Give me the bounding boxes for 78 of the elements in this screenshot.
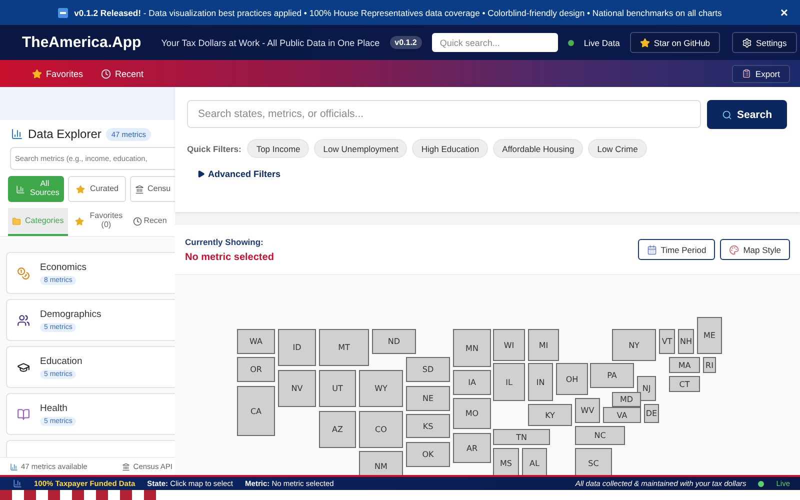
source-filter-button[interactable]: Curated bbox=[68, 176, 126, 202]
state-tile[interactable]: ID bbox=[278, 329, 316, 366]
filter-chip[interactable]: Top Income bbox=[247, 139, 310, 158]
state-tile[interactable]: SC bbox=[575, 448, 612, 475]
github-star-button[interactable]: Star on GitHub bbox=[630, 32, 720, 53]
state-tile[interactable]: AL bbox=[522, 448, 547, 475]
state-tile[interactable]: MI bbox=[528, 329, 559, 361]
tagline: Your Tax Dollars at Work - All Public Data in One Place bbox=[161, 38, 380, 48]
state-tile[interactable]: MT bbox=[319, 329, 369, 366]
state-tile[interactable]: UT bbox=[319, 370, 356, 407]
state-tile[interactable]: OK bbox=[406, 442, 450, 467]
state-tile[interactable]: NJ bbox=[637, 376, 656, 401]
state-tile[interactable]: NE bbox=[406, 386, 450, 411]
state-tile[interactable]: WA bbox=[237, 329, 275, 354]
filter-chip[interactable]: Low Crime bbox=[588, 139, 647, 158]
sidebar-tab[interactable]: Favorites (0) bbox=[70, 208, 129, 236]
version-badge: v0.1.2 bbox=[390, 36, 422, 49]
state-tile[interactable]: DE bbox=[644, 404, 659, 423]
state-tile[interactable]: IA bbox=[453, 370, 491, 395]
state-tile[interactable]: MS bbox=[493, 448, 519, 475]
state-tile[interactable]: OH bbox=[556, 363, 588, 395]
state-tile[interactable]: CT bbox=[669, 376, 700, 392]
close-button[interactable]: × bbox=[776, 5, 792, 20]
state-tile[interactable]: KY bbox=[528, 404, 572, 426]
state-tile[interactable]: AZ bbox=[319, 411, 356, 448]
current-value: No metric selected bbox=[185, 252, 274, 262]
category-name: Health bbox=[40, 402, 68, 414]
category-name: Demographics bbox=[40, 308, 102, 320]
export-button[interactable]: Export bbox=[732, 64, 790, 82]
state-tile[interactable]: MO bbox=[453, 398, 491, 429]
time-period-button[interactable]: Time Period bbox=[638, 239, 716, 260]
filters-label: Quick Filters: bbox=[187, 144, 242, 154]
app-title: TheAmerica.App bbox=[22, 34, 142, 51]
category-name: Education bbox=[40, 356, 82, 366]
state-tile[interactable]: MN bbox=[453, 329, 491, 367]
settings-button[interactable]: Settings bbox=[732, 32, 797, 53]
state-tile[interactable]: WI bbox=[493, 329, 525, 361]
sidebar-title: Data Explorer bbox=[28, 127, 102, 141]
state-tile[interactable]: CO bbox=[359, 411, 403, 448]
state-tile[interactable]: RI bbox=[703, 357, 716, 373]
live-status: Live Data bbox=[584, 38, 620, 48]
state-tile[interactable]: WY bbox=[359, 370, 403, 407]
state-tile[interactable]: VT bbox=[659, 329, 675, 354]
banner-text: v0.1.2 Released! - Data visualization best practices applied • 100% House Representatives data coverage • Colorblind-friendly design • National benchmarks on all charts bbox=[74, 8, 722, 18]
state-tile[interactable]: SD bbox=[406, 357, 450, 382]
state-tile[interactable]: ND bbox=[372, 329, 416, 354]
state-tile[interactable]: MD bbox=[612, 392, 641, 407]
state-tile[interactable]: AR bbox=[453, 433, 491, 463]
state-tile[interactable]: ME bbox=[697, 317, 722, 354]
state-tile[interactable]: NM bbox=[359, 451, 403, 475]
state-tile[interactable]: TN bbox=[493, 429, 550, 445]
state-tile[interactable]: KS bbox=[406, 414, 450, 438]
advanced-filters-toggle[interactable]: Advanced Filters bbox=[197, 169, 281, 179]
state-tile[interactable]: MA bbox=[669, 357, 700, 373]
search-button[interactable]: Search bbox=[707, 100, 787, 129]
state-tile[interactable]: CA bbox=[237, 386, 275, 436]
state-tile[interactable]: PA bbox=[590, 363, 634, 388]
state-tile[interactable]: OR bbox=[237, 357, 275, 382]
state-tile[interactable]: VA bbox=[603, 407, 641, 423]
quick-search-field[interactable]: Quick search... bbox=[432, 33, 558, 52]
sidebar-tab[interactable]: Recen bbox=[132, 208, 175, 236]
current-label: Currently Showing: bbox=[185, 236, 264, 246]
filter-chip[interactable]: High Education bbox=[412, 139, 488, 158]
category-name: Economics bbox=[40, 262, 86, 272]
state-tile[interactable]: NY bbox=[612, 329, 656, 361]
nav-item[interactable]: Favorites bbox=[32, 68, 84, 78]
nav-item[interactable]: Recent bbox=[101, 68, 144, 78]
source-filter-button[interactable]: Censu bbox=[130, 176, 175, 202]
state-tile[interactable]: WV bbox=[575, 398, 600, 423]
search-field[interactable]: Search states, metrics, or officials... bbox=[187, 100, 701, 128]
map-style-button[interactable]: Map Style bbox=[720, 239, 790, 260]
filter-chip[interactable]: Affordable Housing bbox=[493, 139, 584, 158]
state-tile[interactable]: NH bbox=[678, 329, 694, 354]
filter-chip[interactable]: Low Unemployment bbox=[314, 139, 408, 158]
state-tile[interactable]: IL bbox=[493, 363, 525, 401]
state-tile[interactable]: NC bbox=[575, 426, 625, 445]
state-tile[interactable]: IN bbox=[528, 363, 553, 401]
state-tile[interactable]: NV bbox=[278, 370, 316, 407]
